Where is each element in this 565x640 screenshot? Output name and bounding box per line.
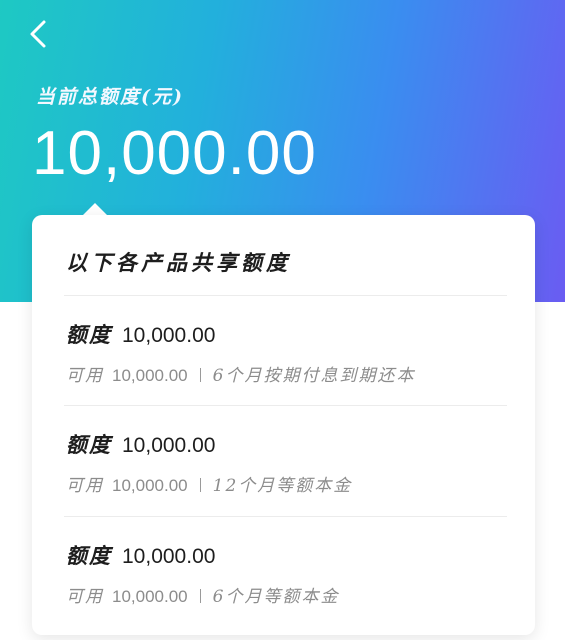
- quota-value: 10,000.00: [122, 324, 216, 347]
- available-line: 可用 10,000.00 6个月按期付息到期还本: [66, 361, 415, 386]
- product-item-2[interactable]: 额度 10,000.00 可用 10,000.00 12个月等额本金: [66, 429, 506, 529]
- quota-label: 额度: [66, 543, 112, 568]
- product-item-3[interactable]: 额度 10,000.00 可用 10,000.00 6个月等额本金: [66, 540, 506, 640]
- product-description: 6个月按期付息到期还本: [212, 366, 416, 386]
- separator: [199, 478, 201, 492]
- separator: [199, 589, 201, 603]
- available-label: 可用: [66, 476, 104, 496]
- available-value: 10,000.00: [112, 366, 188, 385]
- quota-line: 额度 10,000.00: [66, 540, 215, 570]
- separator: [199, 368, 201, 382]
- shared-quota-card: 以下各产品共享额度 额度 10,000.00 可用 10,000.00 6个月按期付息…: [32, 215, 535, 635]
- available-label: 可用: [66, 587, 104, 607]
- quota-label: 额度: [66, 432, 112, 457]
- divider: [64, 405, 507, 406]
- divider: [64, 516, 507, 517]
- available-line: 可用 10,000.00 6个月等额本金: [66, 582, 339, 607]
- available-line: 可用 10,000.00 12个月等额本金: [66, 471, 352, 496]
- total-quota-label: 当前总额度(元): [36, 86, 184, 108]
- chevron-left-icon: [30, 20, 46, 48]
- product-description: 12个月等额本金: [212, 476, 353, 496]
- quota-line: 额度 10,000.00: [66, 319, 215, 349]
- quota-label: 额度: [66, 322, 112, 347]
- available-label: 可用: [66, 366, 104, 386]
- quota-value: 10,000.00: [122, 434, 216, 457]
- card-title: 以下各产品共享额度: [66, 250, 291, 275]
- divider: [64, 295, 507, 296]
- product-description: 6个月等额本金: [212, 587, 340, 607]
- available-value: 10,000.00: [112, 476, 188, 495]
- total-quota-amount: 10,000.00: [32, 119, 317, 188]
- available-value: 10,000.00: [112, 587, 188, 606]
- quota-value: 10,000.00: [122, 545, 216, 568]
- product-item-1[interactable]: 额度 10,000.00 可用 10,000.00 6个月按期付息到期还本: [66, 319, 506, 419]
- back-button[interactable]: [20, 16, 56, 52]
- quota-line: 额度 10,000.00: [66, 429, 215, 459]
